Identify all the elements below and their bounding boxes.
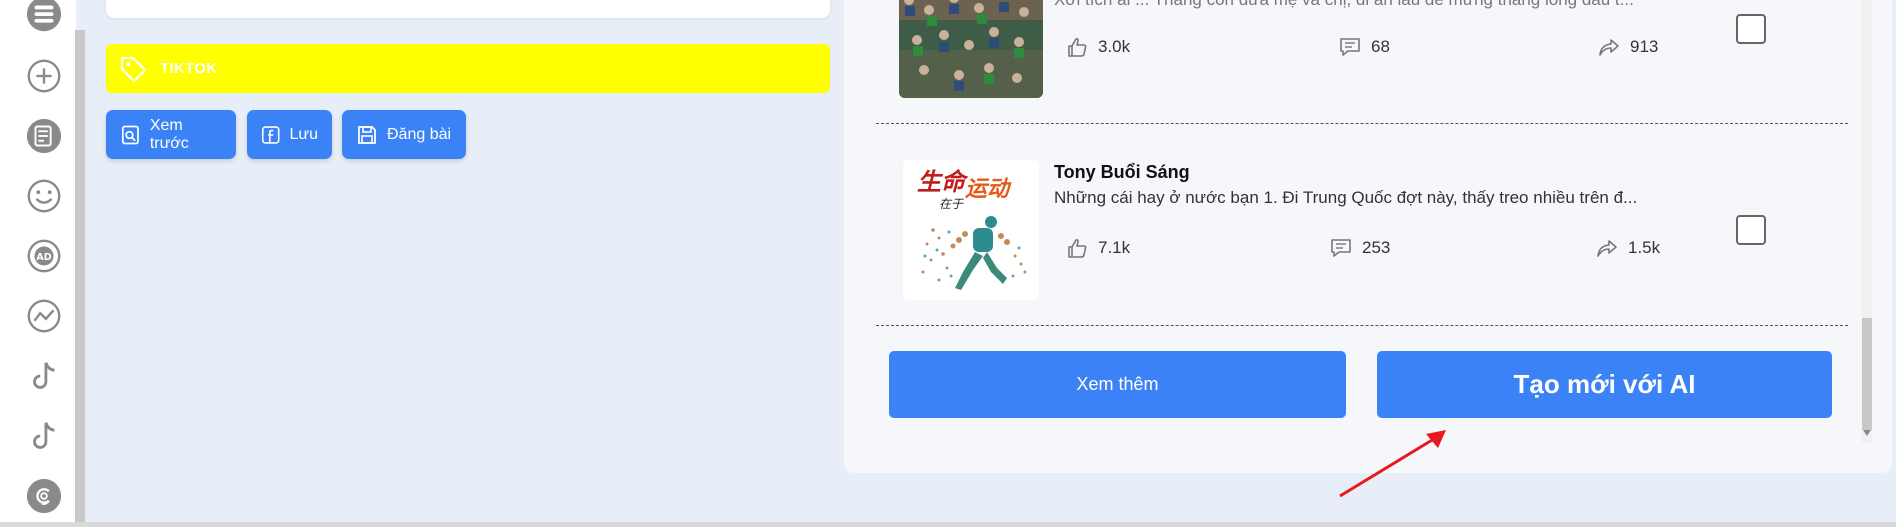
post-button[interactable]: Đăng bài: [342, 110, 466, 159]
tiktok-tag-bar[interactable]: TIKTOK: [106, 44, 830, 93]
tag-label: TIKTOK: [160, 60, 218, 77]
share-count: 913: [1630, 37, 1659, 56]
share-icon: [1597, 240, 1617, 257]
like-count: 3.0k: [1098, 37, 1131, 56]
select-checkbox[interactable]: [1736, 215, 1766, 245]
post-label: Đăng bài: [387, 125, 452, 143]
scroll-down-arrow[interactable]: [1863, 430, 1871, 436]
svg-text:生命: 生命: [917, 168, 969, 196]
svg-text:AD: AD: [36, 252, 51, 263]
sidebar-scrollbar[interactable]: [75, 30, 85, 527]
comment-icon: [1340, 38, 1360, 56]
preview-label: Xem trước: [149, 116, 189, 152]
like-stat[interactable]: 3.0k: [1066, 36, 1130, 58]
comment-stat[interactable]: 68: [1339, 36, 1390, 58]
tiktok-icon[interactable]: [24, 416, 64, 456]
post-thumbnail[interactable]: 生命 运动 在于: [903, 160, 1039, 300]
like-count: 7.1k: [1098, 238, 1131, 257]
share-icon: [1599, 39, 1619, 56]
comment-icon: [1331, 239, 1351, 257]
like-stat[interactable]: 7.1k: [1066, 237, 1130, 259]
select-checkbox[interactable]: [1736, 14, 1766, 44]
post-author: Tony Buổi Sáng: [1054, 162, 1190, 182]
window-bottom-bar: [0, 522, 1896, 527]
list-icon[interactable]: [24, 0, 64, 36]
document-icon[interactable]: [24, 116, 64, 156]
annotation-arrow: [1339, 430, 1446, 498]
sidebar: AD: [0, 0, 76, 527]
post-thumbnail[interactable]: [899, 0, 1043, 98]
see-more-button[interactable]: Xem thêm: [889, 351, 1346, 418]
smile-icon[interactable]: [24, 176, 64, 216]
save-label: Lưu: [289, 125, 318, 143]
comment-count: 253: [1362, 238, 1391, 257]
content-card: [106, 0, 830, 18]
preview-button[interactable]: Xem trước: [106, 110, 236, 159]
panel-scroll-thumb[interactable]: [1862, 318, 1872, 430]
tag-icon: [120, 56, 147, 82]
svg-text:运动: 运动: [965, 177, 1012, 202]
create-ai-label: Tạo mới với AI: [1513, 369, 1696, 399]
ad-icon[interactable]: AD: [24, 236, 64, 276]
create-ai-button[interactable]: Tạo mới với AI: [1377, 351, 1832, 418]
plus-circle-icon[interactable]: [24, 56, 64, 96]
comment-stat[interactable]: 253: [1330, 237, 1390, 259]
tiktok-icon[interactable]: [24, 356, 64, 396]
trend-icon[interactable]: [24, 296, 64, 336]
thumbs-up-icon: [1068, 37, 1087, 57]
post-text: Xơi tích ai ... Thắng con đưa mẹ và chị,…: [1054, 0, 1674, 10]
save-button[interactable]: Lưu: [247, 110, 332, 159]
svg-text:在于: 在于: [939, 197, 964, 211]
facebook-icon: [261, 125, 280, 144]
see-more-label: Xem thêm: [1076, 374, 1159, 394]
search-doc-icon: [121, 125, 139, 144]
comment-count: 68: [1371, 37, 1390, 56]
share-count: 1.5k: [1628, 238, 1661, 257]
share-stat[interactable]: 913: [1598, 36, 1658, 58]
floppy-icon: [358, 125, 376, 144]
thumbs-up-icon: [1068, 238, 1087, 258]
share-stat[interactable]: 1.5k: [1596, 237, 1660, 259]
post-text: Những cái hay ở nước bạn 1. Đi Trung Quố…: [1054, 188, 1638, 207]
post-divider: [876, 325, 1848, 326]
post-divider: [876, 123, 1848, 124]
threads-icon[interactable]: [24, 476, 64, 516]
